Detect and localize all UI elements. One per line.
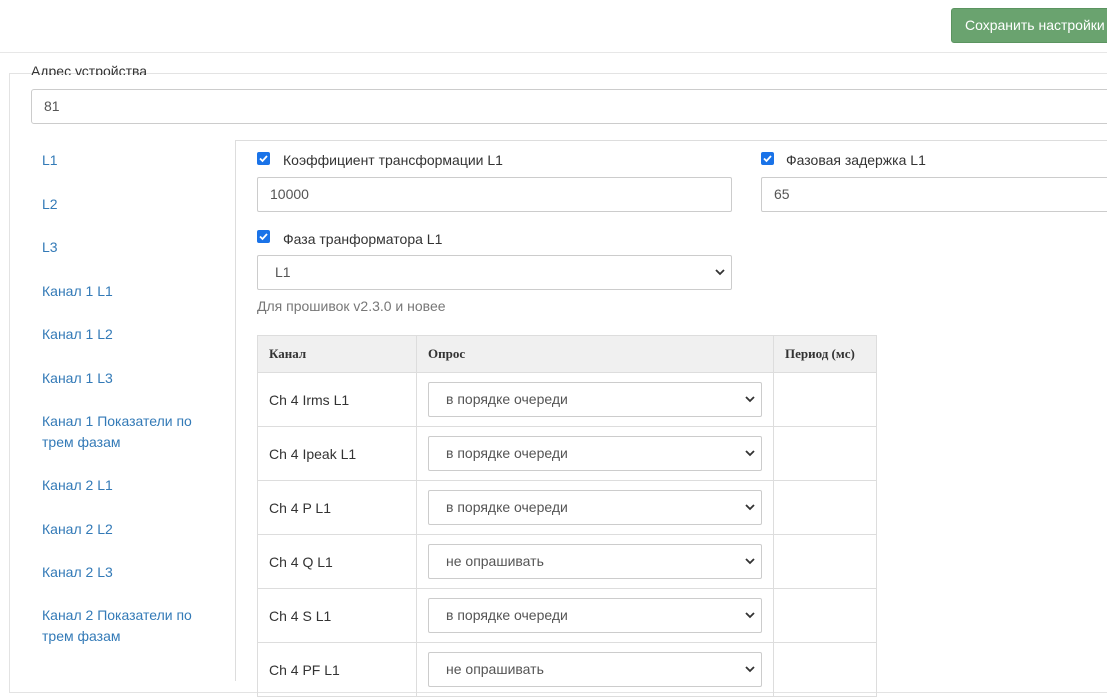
poll-select-value: в порядке очереди: [446, 391, 568, 407]
top-bar: [0, 0, 1107, 53]
sidebar-item-channel2-three-phase[interactable]: Канал 2 Показатели по трем фазам: [42, 605, 202, 647]
period-cell[interactable]: [773, 534, 877, 589]
device-address-label: Адрес устройства: [31, 64, 148, 75]
phase-select-value: L1: [275, 264, 291, 280]
poll-select-value: не опрашивать: [446, 661, 544, 677]
poll-select-value: в порядке очереди: [446, 445, 568, 461]
phase-checkbox[interactable]: [257, 230, 270, 243]
channel-cell: Ch 4 S L1: [257, 588, 417, 643]
check-icon: [259, 233, 268, 241]
ratio-label: Коэффициент трансформации L1: [283, 152, 503, 168]
poll-select[interactable]: не опрашивать: [428, 544, 762, 579]
delay-checkbox[interactable]: [761, 152, 774, 165]
poll-select-value: не опрашивать: [446, 553, 544, 569]
sidebar-item-l3[interactable]: L3: [42, 237, 212, 258]
table-row: Ch 4 Irms L1 в порядке очереди: [257, 372, 877, 427]
period-cell[interactable]: [773, 426, 877, 481]
save-settings-button[interactable]: Сохранить настройки: [951, 8, 1107, 43]
ratio-input[interactable]: 10000: [257, 177, 732, 212]
chevron-down-icon: [715, 269, 725, 276]
chevron-down-icon: [745, 666, 755, 673]
chevron-down-icon: [745, 504, 755, 511]
sidebar-item-channel1-l1[interactable]: Канал 1 L1: [42, 281, 212, 302]
sidebar-item-channel1-l2[interactable]: Канал 1 L2: [42, 324, 212, 345]
chevron-down-icon: [745, 558, 755, 565]
sidebar-item-channel2-l2[interactable]: Канал 2 L2: [42, 519, 212, 540]
sidebar-item-channel2-l1[interactable]: Канал 2 L1: [42, 475, 212, 496]
sidebar-item-channel1-l3[interactable]: Канал 1 L3: [42, 368, 212, 389]
table-row: Ch 4 Q L1 не опрашивать: [257, 534, 877, 589]
ratio-checkbox[interactable]: [257, 152, 270, 165]
channel-table: Канал Опрос Период (мс) Ch 4 Irms L1 в п…: [257, 335, 877, 697]
poll-select[interactable]: в порядке очереди: [428, 436, 762, 471]
table-row: Ch 4 Ipeak L1 в порядке очереди: [257, 426, 877, 481]
sidebar-item-channel2-l3[interactable]: Канал 2 L3: [42, 562, 212, 583]
firmware-hint: Для прошивок v2.3.0 и новее: [257, 298, 446, 314]
sidebar-item-channel1-three-phase[interactable]: Канал 1 Показатели по трем фазам: [42, 411, 202, 453]
delay-input[interactable]: 65: [761, 177, 1107, 212]
period-cell[interactable]: [773, 588, 877, 643]
period-cell[interactable]: [773, 480, 877, 535]
poll-select[interactable]: в порядке очереди: [428, 598, 762, 633]
phase-label: Фаза транформатора L1: [283, 231, 443, 247]
phase-select[interactable]: L1: [257, 255, 732, 290]
chevron-down-icon: [745, 612, 755, 619]
poll-select[interactable]: в порядке очереди: [428, 490, 762, 525]
channel-cell: Ch 4 P L1: [257, 480, 417, 535]
delay-label: Фазовая задержка L1: [786, 152, 926, 168]
table-row: Ch 4 S L1 в порядке очереди: [257, 588, 877, 643]
check-icon: [259, 155, 268, 163]
poll-select[interactable]: в порядке очереди: [428, 382, 762, 417]
table-row: Ch 4 P L1 в порядке очереди: [257, 480, 877, 535]
channel-cell: Ch 4 Q L1: [257, 534, 417, 589]
channel-cell: Ch 4 Ipeak L1: [257, 426, 417, 481]
sidebar-item-l2[interactable]: L2: [42, 194, 212, 215]
column-header-period: Период (мс): [773, 335, 877, 373]
column-header-channel: Канал: [257, 335, 417, 373]
sidebar-item-l1[interactable]: L1: [42, 150, 212, 171]
channel-cell: Ch 4 Irms L1: [257, 372, 417, 427]
chevron-down-icon: [745, 396, 755, 403]
check-icon: [763, 155, 772, 163]
poll-select-value: в порядке очереди: [446, 607, 568, 623]
period-cell[interactable]: [773, 372, 877, 427]
chevron-down-icon: [745, 450, 755, 457]
poll-select-value: в порядке очереди: [446, 499, 568, 515]
device-address-input[interactable]: 81: [31, 89, 1107, 124]
column-header-poll: Опрос: [416, 335, 774, 373]
